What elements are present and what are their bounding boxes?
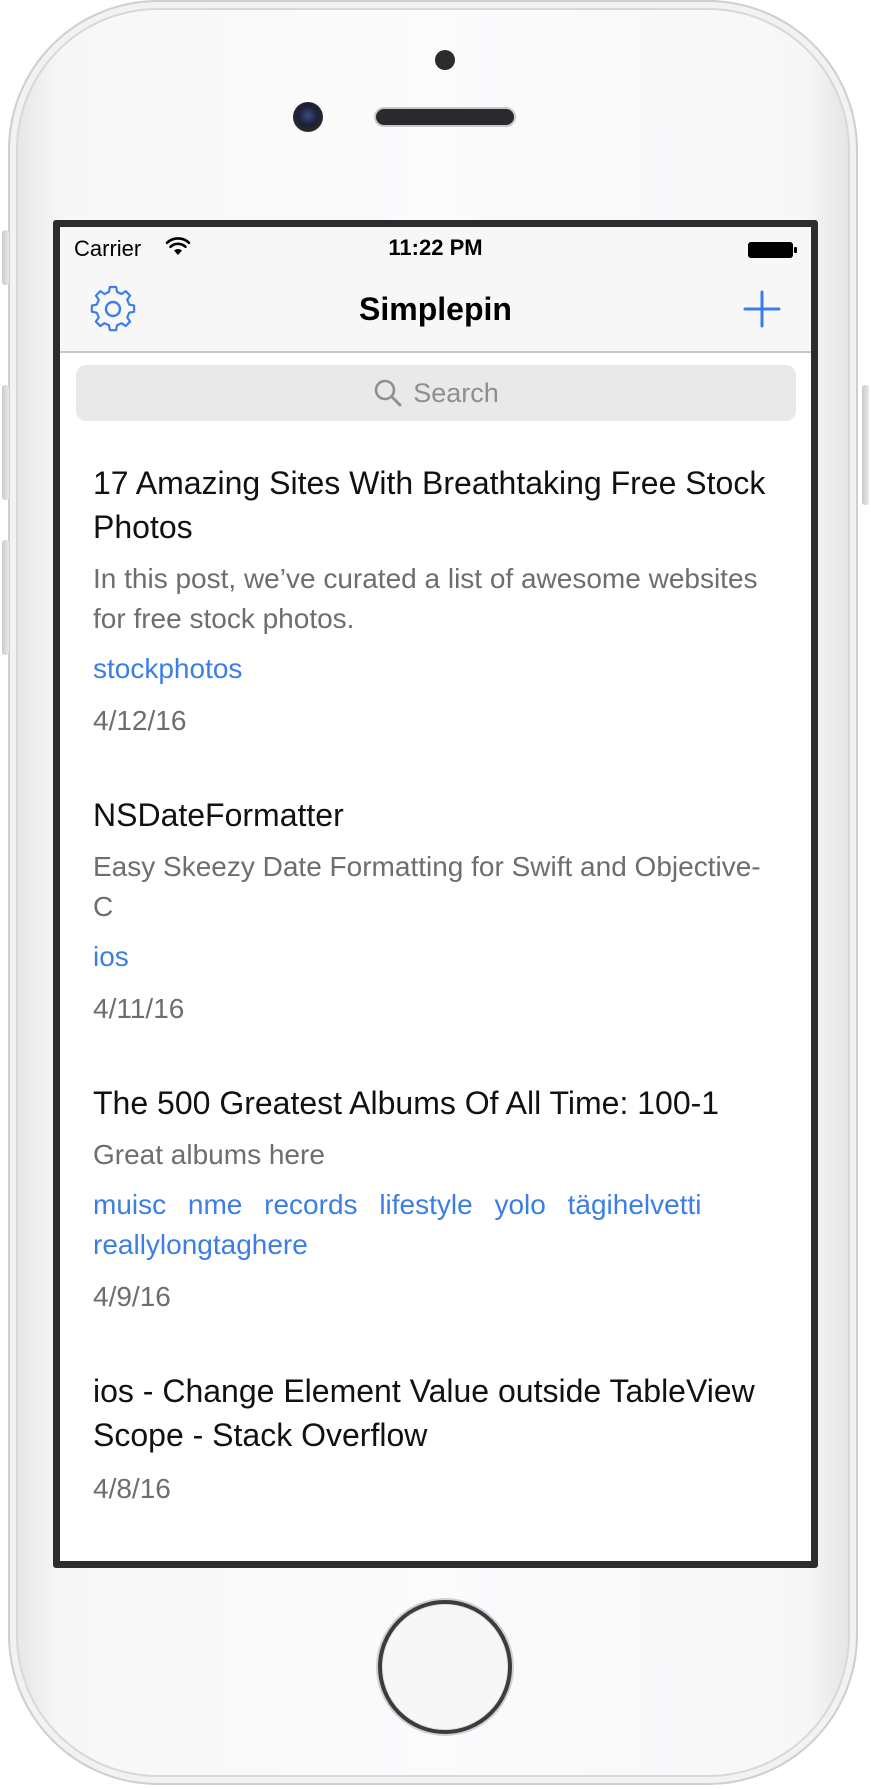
tag-link[interactable]: yolo [494, 1189, 545, 1220]
tag-link[interactable]: ios [93, 941, 129, 972]
bookmark-tags: ios [93, 937, 777, 977]
bookmark-row[interactable]: NSDateFormatter Easy Skeezy Date Formatti… [60, 741, 811, 1029]
proximity-sensor [435, 50, 455, 70]
tag-link[interactable]: records [264, 1189, 357, 1220]
bookmark-list: 17 Amazing Sites With Breathtaking Free … [60, 429, 811, 1509]
navigation-bar: Simplepin [60, 267, 811, 353]
bookmark-row[interactable]: The 500 Greatest Albums Of All Time: 100… [60, 1029, 811, 1317]
search-bar: Search [60, 353, 811, 429]
bookmark-title: ios - Change Element Value outside Table… [93, 1373, 755, 1453]
bookmark-date: 4/12/16 [93, 705, 187, 736]
tag-link[interactable]: nme [188, 1189, 242, 1220]
bookmark-description: Great albums here [93, 1139, 325, 1170]
battery-icon [748, 242, 797, 258]
bookmark-description: In this post, we’ve curated a list of aw… [93, 563, 758, 634]
bookmark-date: 4/11/16 [93, 993, 185, 1024]
status-time: 11:22 PM [388, 235, 483, 260]
earpiece-speaker [376, 109, 514, 125]
bookmark-title: 17 Amazing Sites With Breathtaking Free … [93, 465, 766, 545]
bookmark-title: NSDateFormatter [93, 797, 344, 833]
bookmark-row[interactable]: 17 Amazing Sites With Breathtaking Free … [60, 429, 811, 741]
tag-link[interactable]: stockphotos [93, 653, 242, 684]
bookmark-date: 4/9/16 [93, 1281, 171, 1312]
bookmark-tags: stockphotos [93, 649, 777, 689]
status-bar: Carrier 11:22 PM [60, 227, 811, 267]
tag-link[interactable]: muisc [93, 1189, 166, 1220]
home-button[interactable] [378, 1600, 512, 1734]
search-input[interactable]: Search [76, 365, 796, 421]
bookmark-tags: muisc nme records lifestyle yolo tägihel… [93, 1185, 777, 1265]
screen: Carrier 11:22 PM Simplepin Search 17 Ama… [53, 220, 818, 1568]
volume-down-button [2, 540, 9, 655]
volume-up-button [2, 385, 9, 500]
tag-link[interactable]: lifestyle [379, 1189, 472, 1220]
bookmark-row[interactable]: ios - Change Element Value outside Table… [60, 1317, 811, 1509]
front-camera-icon [293, 102, 323, 132]
nav-title: Simplepin [359, 291, 512, 327]
power-button [862, 385, 869, 505]
bookmark-description: Easy Skeezy Date Formatting for Swift an… [93, 851, 761, 922]
bookmark-title: The 500 Greatest Albums Of All Time: 100… [93, 1085, 720, 1121]
tag-link[interactable]: reallylongtaghere [93, 1229, 308, 1260]
add-plus-icon[interactable] [737, 284, 787, 334]
search-placeholder: Search [413, 377, 499, 408]
bookmark-date: 4/8/16 [93, 1473, 171, 1504]
search-icon [374, 379, 402, 407]
tag-link[interactable]: tägihelvetti [568, 1189, 702, 1220]
mute-switch [2, 230, 9, 285]
